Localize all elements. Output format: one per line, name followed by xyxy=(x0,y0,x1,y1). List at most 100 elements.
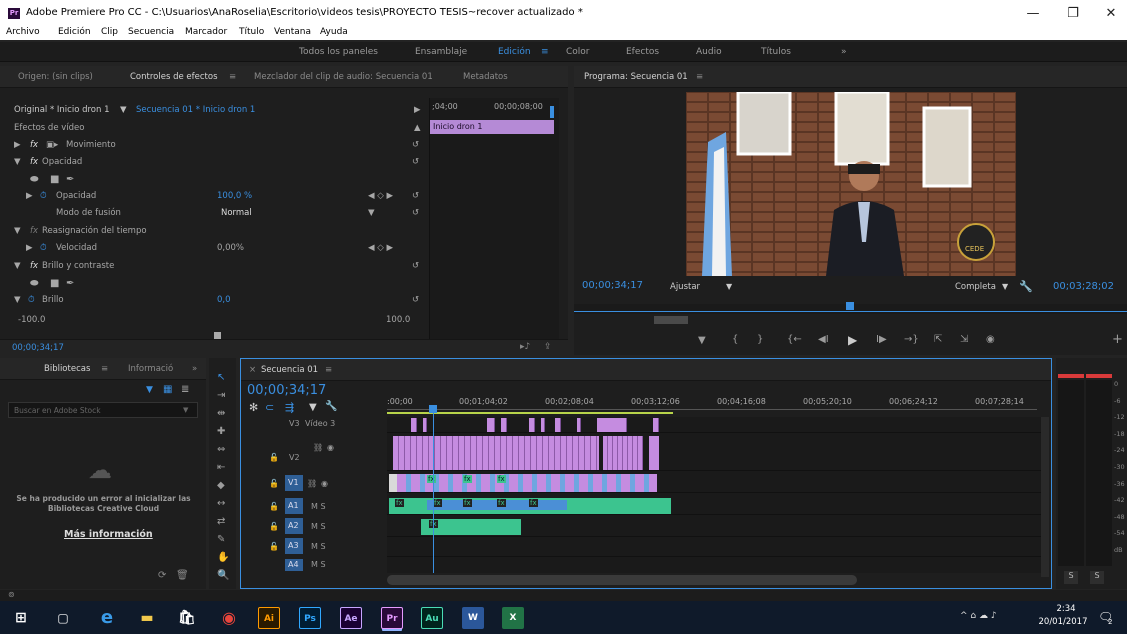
add-marker-icon[interactable]: ▼ xyxy=(309,402,317,413)
add-marker-icon[interactable]: ▼ xyxy=(698,335,706,346)
timeline-timecode[interactable]: 00;00;34;17 xyxy=(247,383,326,398)
task-view-icon[interactable]: ▢ xyxy=(52,607,74,629)
after-effects-icon[interactable]: Ae xyxy=(340,607,362,629)
pen-mask-icon[interactable]: ✒ xyxy=(66,174,74,185)
razor-blade-icon[interactable]: ◆ xyxy=(217,480,225,491)
fx-brightness-row[interactable]: ▼ fx Brillo y contraste ↺ xyxy=(0,258,430,275)
program-video-frame[interactable]: CEDE xyxy=(686,92,1016,276)
fx-timeremap-row[interactable]: ▼ fx Reasignación del tiempo xyxy=(0,223,430,240)
program-title[interactable]: Programa: Secuencia 01 xyxy=(584,72,688,82)
reset-icon[interactable]: ↺ xyxy=(412,261,419,271)
reset-icon[interactable]: ↺ xyxy=(412,157,419,167)
timeline-settings-icon[interactable]: 🔧 xyxy=(325,401,337,412)
clip[interactable] xyxy=(487,418,495,432)
pen-mask-icon[interactable]: ✒ xyxy=(66,278,74,289)
chevron-down-icon[interactable]: ▼ xyxy=(726,282,732,291)
fx-motion-row[interactable]: ▶ fx ▣▸ Movimiento ↺ xyxy=(0,137,430,154)
track-a2[interactable]: fx xyxy=(387,517,1041,537)
camera-icon[interactable]: ◉ xyxy=(986,334,995,345)
lock-icon[interactable]: 🔓 xyxy=(269,453,279,462)
ripple-edit-tool-icon[interactable]: ⇹ xyxy=(217,408,225,419)
menu-secuencia[interactable]: Secuencia xyxy=(128,27,174,37)
track-v2[interactable] xyxy=(387,435,1041,471)
program-timecode[interactable]: 00;00;34;17 xyxy=(582,280,643,291)
fit-select[interactable]: Ajustar xyxy=(670,282,700,292)
mark-out-icon[interactable]: } xyxy=(757,334,763,345)
chevron-down-icon[interactable]: ▼ xyxy=(368,208,375,218)
clip[interactable] xyxy=(653,418,659,432)
export-icon[interactable]: ⇪ xyxy=(544,342,552,352)
blend-mode-value[interactable]: Normal xyxy=(221,208,252,218)
illustrator-icon[interactable]: Ai xyxy=(258,607,280,629)
effect-controls-timecode[interactable]: 00;00;34;17 xyxy=(12,343,64,353)
premiere-pro-icon[interactable]: Pr xyxy=(381,607,403,629)
effect-mini-timeline[interactable]: ;04;00 00;00;08;00 Inicio dron 1 xyxy=(429,98,559,355)
expand-icon[interactable]: ▶ xyxy=(14,140,21,150)
play-only-audio-icon[interactable]: ▸♪ xyxy=(520,342,530,352)
stopwatch-icon[interactable]: ⏱ xyxy=(40,243,47,253)
lock-icon[interactable]: 🔓 xyxy=(269,522,279,531)
trash-icon[interactable]: 🗑 xyxy=(176,570,189,581)
track-a3[interactable] xyxy=(387,539,1041,557)
track-a3-name[interactable]: A3 xyxy=(285,538,303,554)
file-explorer-icon[interactable]: ▬ xyxy=(136,607,158,629)
workspace-more-icon[interactable]: » xyxy=(841,47,847,57)
close-icon[interactable]: × xyxy=(249,365,256,375)
rectangle-mask-icon[interactable]: ■ xyxy=(50,174,59,185)
tab-bibliotecas[interactable]: Bibliotecas xyxy=(44,364,90,374)
track-a2-ms[interactable]: M S xyxy=(311,522,326,531)
program-playhead[interactable] xyxy=(846,302,854,310)
chevron-down-icon[interactable]: ▼ xyxy=(183,406,188,414)
lock-icon[interactable]: 🔓 xyxy=(269,542,279,551)
list-view-icon[interactable]: ≣ xyxy=(181,384,189,395)
panel-menu-icon[interactable]: ≡ xyxy=(101,364,108,374)
close-window-button[interactable]: ✕ xyxy=(1101,6,1121,21)
workspace-titulos[interactable]: Títulos xyxy=(761,47,791,57)
timeline-playhead-head[interactable] xyxy=(429,405,437,413)
clip[interactable] xyxy=(529,418,535,432)
stopwatch-icon[interactable]: ⏱ xyxy=(28,295,35,305)
solo-right-button[interactable]: S xyxy=(1090,571,1104,584)
workspace-todos[interactable]: Todos los paneles xyxy=(299,47,378,57)
word-icon[interactable]: W xyxy=(462,607,484,629)
status-icon[interactable]: ⊚ xyxy=(8,590,15,599)
hand-tool-icon[interactable]: ✋ xyxy=(217,552,229,563)
stock-search-input[interactable]: Buscar en Adobe Stock ▼ xyxy=(8,402,198,418)
menu-marcador[interactable]: Marcador xyxy=(185,27,227,37)
razor-tool-icon[interactable]: ⇤ xyxy=(217,462,225,473)
fx-opacity-row[interactable]: ▼ fx Opacidad ↺ xyxy=(0,154,430,171)
keyframe-navigator[interactable]: ◀ ◇ ▶ xyxy=(368,191,393,201)
scroll-up-icon[interactable]: ▲ xyxy=(414,123,421,133)
track-v1[interactable]: fx fx fx xyxy=(387,473,1041,493)
minimize-button[interactable]: — xyxy=(1023,6,1043,21)
lock-icon[interactable]: 🔓 xyxy=(269,502,279,511)
system-tray-icons[interactable]: ^ ⌂ ☁ ♪ xyxy=(960,611,997,621)
slip-tool-icon[interactable]: ↔ xyxy=(217,498,225,509)
clip[interactable] xyxy=(603,436,643,470)
track-v3-name[interactable]: V3 xyxy=(289,419,300,428)
sync-icon[interactable]: ⟳ xyxy=(158,570,166,581)
workspace-efectos[interactable]: Efectos xyxy=(626,47,659,57)
mini-clip-bar[interactable]: Inicio dron 1 xyxy=(430,120,554,134)
sync-lock-icon[interactable]: ⛓ xyxy=(307,479,317,488)
track-a1[interactable]: fx fx fx fx fx xyxy=(387,495,1041,515)
clip[interactable] xyxy=(423,418,427,432)
eye-icon[interactable]: ◉ xyxy=(321,479,328,488)
track-v3[interactable] xyxy=(387,417,1041,433)
tab-mezclador[interactable]: Mezclador del clip de audio: Secuencia 0… xyxy=(254,72,433,82)
chevron-down-icon[interactable]: ▼ xyxy=(120,105,127,115)
menu-ventana[interactable]: Ventana xyxy=(274,27,311,37)
go-to-in-icon[interactable]: {← xyxy=(787,334,802,345)
reset-icon[interactable]: ↺ xyxy=(412,208,419,218)
restore-button[interactable]: ❐ xyxy=(1063,6,1083,21)
clip[interactable] xyxy=(597,418,627,432)
selection-tool-icon[interactable]: ↖ xyxy=(217,372,225,383)
lock-icon[interactable]: 🔓 xyxy=(269,479,279,488)
rate-stretch-tool-icon[interactable]: ⇔ xyxy=(217,444,225,455)
zoom-scrollbar[interactable] xyxy=(654,316,688,324)
audition-icon[interactable]: Au xyxy=(421,607,443,629)
collapse-icon[interactable]: ▼ xyxy=(14,226,21,236)
play-icon[interactable]: ▶ xyxy=(848,333,857,347)
keyframe-navigator[interactable]: ◀ ◇ ▶ xyxy=(368,243,393,253)
photoshop-icon[interactable]: Ps xyxy=(299,607,321,629)
